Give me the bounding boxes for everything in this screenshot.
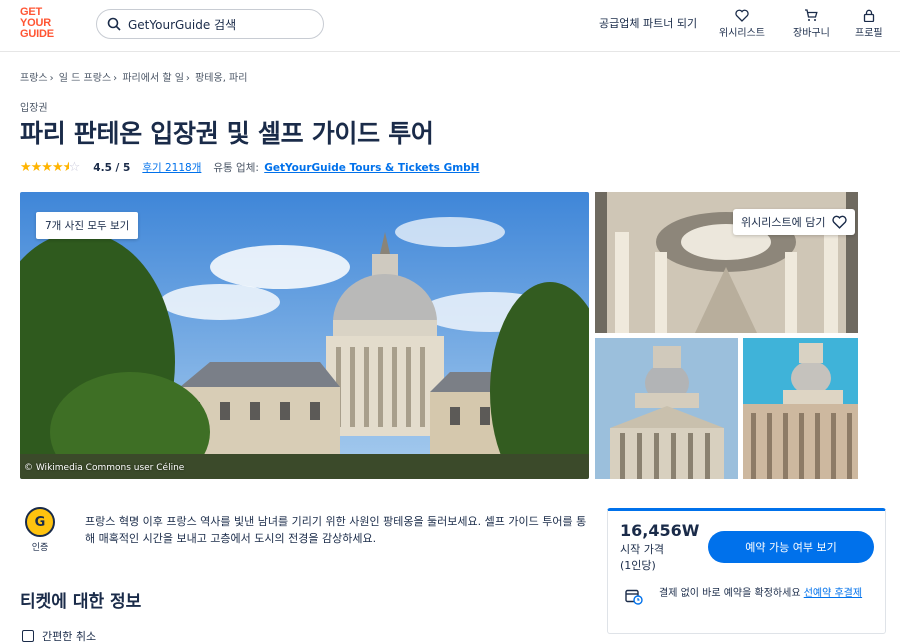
side-view-image [743, 338, 858, 479]
breadcrumb-item[interactable]: 프랑스 [20, 73, 48, 84]
cart-label: 장바구니 [793, 28, 830, 39]
cart-icon [805, 9, 819, 21]
profile-label: 프로필 [855, 28, 883, 39]
partner-link[interactable]: 공급업체 파트너 되기 [599, 15, 697, 31]
getyourguide-logo[interactable]: GET YOUR GUIDE [20, 7, 64, 40]
side-view-photo[interactable] [743, 338, 858, 479]
page-title: 파리 판테온 입장권 및 셀프 가이드 투어 [20, 119, 434, 148]
breadcrumb-item[interactable]: 팡테옹, 파리 [195, 73, 247, 84]
add-to-wishlist-button[interactable]: 위시리스트에 담기 [733, 209, 856, 235]
check-availability-button[interactable]: 예약 가능 여부 보기 [708, 531, 874, 563]
logo-line-3: GUIDE [20, 28, 54, 40]
breadcrumb-separator: › [185, 73, 190, 84]
calendar-clock-icon [625, 589, 643, 605]
profile-nav[interactable]: 프로필 [855, 9, 883, 39]
facade-image [595, 338, 738, 479]
section-title: 티켓에 대한 정보 [20, 592, 142, 612]
wishlist-button-label: 위시리스트에 담기 [741, 216, 826, 229]
search-input[interactable]: GetYourGuide 검색 [96, 9, 324, 39]
search-icon [107, 17, 121, 31]
breadcrumb-separator: › [113, 73, 118, 84]
reviews-link[interactable]: 후기 2118개 [142, 160, 201, 175]
price-value: 16,456W [620, 521, 700, 540]
note-text-wrap: 결제 없이 바로 예약을 확정하세요 선예약 후결제 [659, 586, 862, 605]
category-label: 입장권 [20, 103, 48, 114]
search-placeholder: GetYourGuide 검색 [128, 17, 237, 32]
breadcrumb-item[interactable]: 일 드 프랑스 [59, 73, 111, 84]
reserve-now-link[interactable]: 선예약 후결제 [804, 588, 862, 599]
verified-badge: G 인증 [23, 507, 57, 553]
wishlist-label: 위시리스트 [719, 28, 765, 39]
all-photos-button[interactable]: 7개 사진 모두 보기 [36, 212, 139, 239]
provider-link[interactable]: GetYourGuide Tours & Tickets GmbH [264, 162, 479, 174]
per-person-label: (1인당) [620, 559, 656, 572]
calendar-check-icon [22, 630, 34, 642]
top-header: GET YOUR GUIDE GetYourGuide 검색 공급업체 파트너 … [0, 0, 900, 52]
provider-info: 유통 업체: GetYourGuide Tours & Tickets GmbH [213, 160, 479, 175]
heart-icon [832, 215, 848, 229]
breadcrumb: 프랑스 › 일 드 프랑스 › 파리에서 할 일 › 팡테옹, 파리 [20, 69, 249, 84]
star-rating-icon: ★★★★★☆ [20, 160, 80, 175]
photo-credit: © Wikimedia Commons user Céline [24, 463, 185, 473]
badge-icon: G [25, 507, 55, 537]
profile-icon [863, 9, 874, 22]
breadcrumb-separator: › [49, 73, 54, 84]
rating-score: 4.5 / 5 [93, 161, 131, 174]
cart-nav[interactable]: 장바구니 [793, 9, 830, 39]
price-label: 시작 가격 [620, 543, 664, 556]
heart-icon [735, 9, 749, 22]
badge-label: 인증 [31, 543, 49, 553]
facade-photo[interactable] [595, 338, 738, 479]
breadcrumb-item[interactable]: 파리에서 할 일 [122, 73, 184, 84]
provider-label: 유통 업체: [213, 162, 259, 174]
activity-description: 프랑스 혁명 이후 프랑스 역사를 빛낸 남녀를 기리기 위한 사원인 팡테옹을… [85, 515, 587, 545]
rating-row: ★★★★★☆ 4.5 / 5 후기 2118개 유통 업체: GetYourGu… [20, 160, 479, 175]
note-text: 결제 없이 바로 예약을 확정하세요 [659, 588, 804, 599]
wishlist-nav[interactable]: 위시리스트 [719, 9, 765, 39]
reserve-now-note: 결제 없이 바로 예약을 확정하세요 선예약 후결제 [625, 586, 875, 605]
